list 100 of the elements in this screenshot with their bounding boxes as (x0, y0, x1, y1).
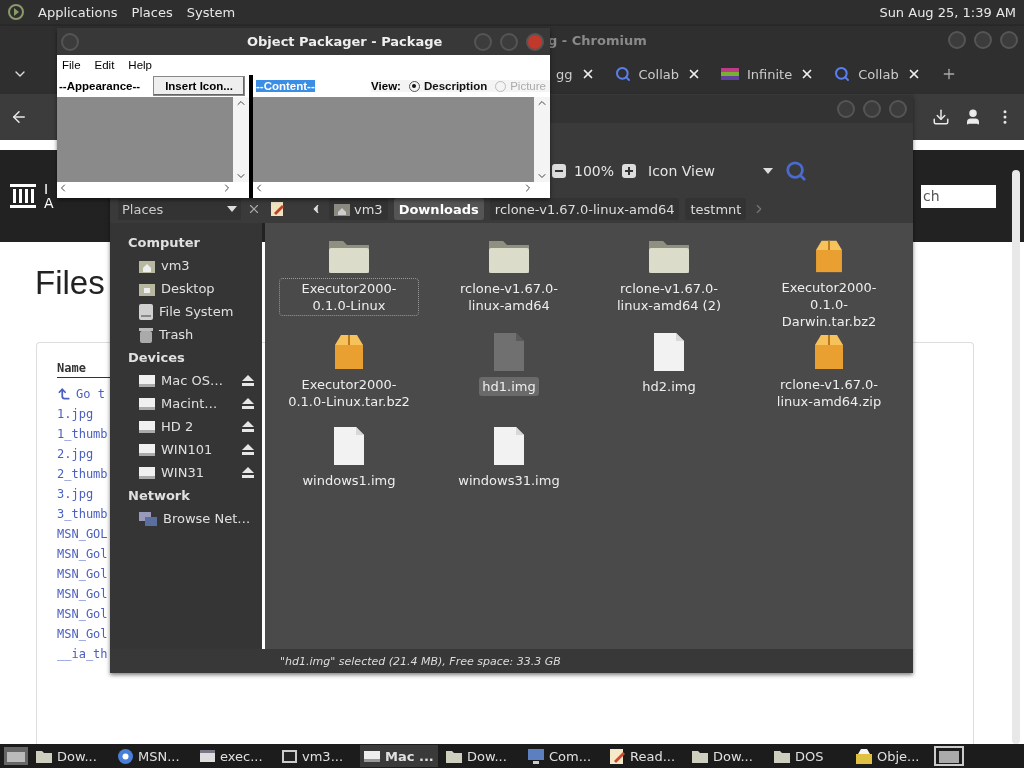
vertical-scrollbar[interactable] (534, 97, 550, 182)
window-control-button[interactable] (474, 32, 492, 51)
browser-tab[interactable]: gg (554, 58, 605, 90)
window-control-button[interactable] (500, 32, 518, 51)
taskbar-item[interactable]: Read... (606, 745, 684, 767)
sidebar-item[interactable]: Browse Net… (128, 507, 262, 530)
taskbar-item[interactable]: Obje... (852, 745, 930, 767)
file-name[interactable]: Executor2000-0.1.0-Linux.tar.bz2 (280, 375, 418, 411)
menu-item[interactable]: Edit (94, 59, 115, 71)
file-name[interactable]: rclone-v1.67.0-linux-amd64 (2) (600, 279, 738, 315)
file-link[interactable]: 3_thumb (57, 505, 108, 522)
browser-tab[interactable]: Infinite (711, 58, 825, 90)
insert-icon-button[interactable]: Insert Icon... (153, 76, 245, 96)
sidebar-item[interactable]: HD 2 (128, 415, 262, 438)
window-control-button[interactable] (974, 31, 992, 49)
file-link[interactable]: MSN_Gol (57, 625, 108, 642)
download-icon[interactable] (932, 108, 950, 126)
view-radio[interactable]: Description (408, 80, 488, 92)
file-name[interactable]: hd2.img (639, 377, 699, 396)
window-switcher-icon[interactable] (934, 746, 964, 766)
file-link[interactable]: MSN_Gol (57, 545, 108, 562)
package-icon (856, 748, 872, 764)
file-name[interactable]: Executor2000-0.1.0-Linux (280, 279, 418, 315)
file-link[interactable]: MSN_Gol (57, 565, 108, 582)
search-field[interactable]: ch (921, 184, 996, 208)
browser-icon (118, 748, 133, 764)
zoom-in-icon[interactable] (622, 164, 637, 178)
sidebar-item[interactable]: vm3 (128, 254, 262, 277)
taskbar-item[interactable]: Com... (524, 745, 602, 767)
window-control-button[interactable] (948, 31, 966, 49)
taskbar-item[interactable]: Mac ... (360, 745, 438, 767)
sidebar-item[interactable]: Mac OS… (128, 369, 262, 392)
panel-menu[interactable]: System (186, 4, 236, 20)
trash-icon (139, 326, 153, 343)
file-link[interactable]: MSN_GOL (57, 525, 108, 542)
window-control-button[interactable] (889, 100, 907, 118)
file-name[interactable]: rclone-v1.67.0-linux-amd64 (440, 279, 578, 315)
taskbar-item[interactable]: exec... (196, 745, 274, 767)
window-control-button[interactable] (1000, 31, 1018, 49)
search-icon[interactable] (784, 160, 807, 182)
path-button[interactable]: testmnt (685, 198, 747, 220)
window-control-button[interactable] (863, 100, 881, 118)
sidebar-item[interactable]: Macint… (128, 392, 262, 415)
taskbar-item[interactable]: vm3... (278, 745, 356, 767)
window-control-button[interactable] (61, 32, 79, 51)
file-name[interactable]: windows1.img (299, 471, 399, 490)
path-button[interactable]: rclone-v1.67.0-linux-amd64 (489, 198, 680, 220)
eject-icon[interactable] (242, 421, 254, 432)
sidebar-item[interactable]: Desktop (128, 277, 262, 300)
file-link[interactable]: MSN_Gol (57, 605, 108, 622)
taskbar-item[interactable]: Dow... (32, 745, 110, 767)
sidebar-selector[interactable]: Places (118, 198, 241, 220)
notepad-icon[interactable] (271, 202, 285, 216)
taskbar-item[interactable]: DOS (770, 745, 848, 767)
view-dropdown[interactable]: Icon View (644, 163, 777, 179)
file-name[interactable]: hd1.img (479, 377, 539, 396)
file-name[interactable]: rclone-v1.67.0-linux-amd64.zip (760, 375, 898, 411)
file-link[interactable]: __ia_th (57, 645, 108, 662)
folder-icon (446, 749, 462, 763)
zoom-out-icon[interactable] (552, 164, 566, 178)
drive-icon (364, 750, 380, 762)
eject-icon[interactable] (242, 444, 254, 455)
eject-icon[interactable] (242, 398, 254, 409)
profile-icon[interactable] (964, 108, 982, 126)
scrollbar[interactable] (1012, 170, 1020, 744)
taskbar-item[interactable]: Dow... (442, 745, 520, 767)
path-button[interactable]: vm3 (329, 198, 388, 220)
file-link[interactable]: 1.jpg (57, 405, 94, 422)
close-button[interactable] (526, 32, 544, 51)
menu-item[interactable]: File (62, 59, 81, 71)
sidebar-item[interactable]: WIN31 (128, 461, 262, 484)
back-icon[interactable] (10, 108, 28, 126)
close-icon[interactable] (247, 202, 261, 216)
browser-tab[interactable]: Collab (604, 58, 711, 90)
file-link[interactable]: 3.jpg (57, 485, 94, 502)
eject-icon[interactable] (242, 467, 254, 478)
sidebar-item[interactable]: Trash (128, 323, 262, 346)
close-icon[interactable] (687, 67, 701, 81)
file-link[interactable]: 2.jpg (57, 445, 94, 462)
window-control-button[interactable] (837, 100, 855, 118)
browser-tab[interactable]: Collab (824, 58, 931, 90)
file-link[interactable]: 2_thumb (57, 465, 108, 482)
taskbar-item[interactable]: MSN... (114, 745, 192, 767)
show-desktop-icon[interactable] (4, 747, 28, 765)
window-icon (200, 750, 215, 762)
file-link[interactable]: 1_thumb (57, 425, 108, 442)
file-link[interactable]: MSN_Gol (57, 585, 108, 602)
file-name[interactable]: windows31.img (455, 471, 563, 490)
sidebar-item[interactable]: WIN101 (128, 438, 262, 461)
sidebar-item[interactable]: File System (128, 300, 262, 323)
menu-item[interactable]: Help (128, 59, 152, 71)
panel-menu[interactable]: Places (131, 4, 173, 20)
taskbar-item[interactable]: Dow... (688, 745, 766, 767)
document-icon (652, 331, 686, 373)
file-name[interactable]: Executor2000-0.1.0-Darwin.tar.bz2 (760, 278, 898, 331)
eject-icon[interactable] (242, 375, 254, 386)
file-link[interactable]: Go t (57, 385, 105, 402)
path-button[interactable]: Downloads (393, 198, 484, 220)
vertical-scrollbar[interactable] (233, 97, 249, 182)
panel-menu[interactable]: Applications (38, 4, 118, 20)
